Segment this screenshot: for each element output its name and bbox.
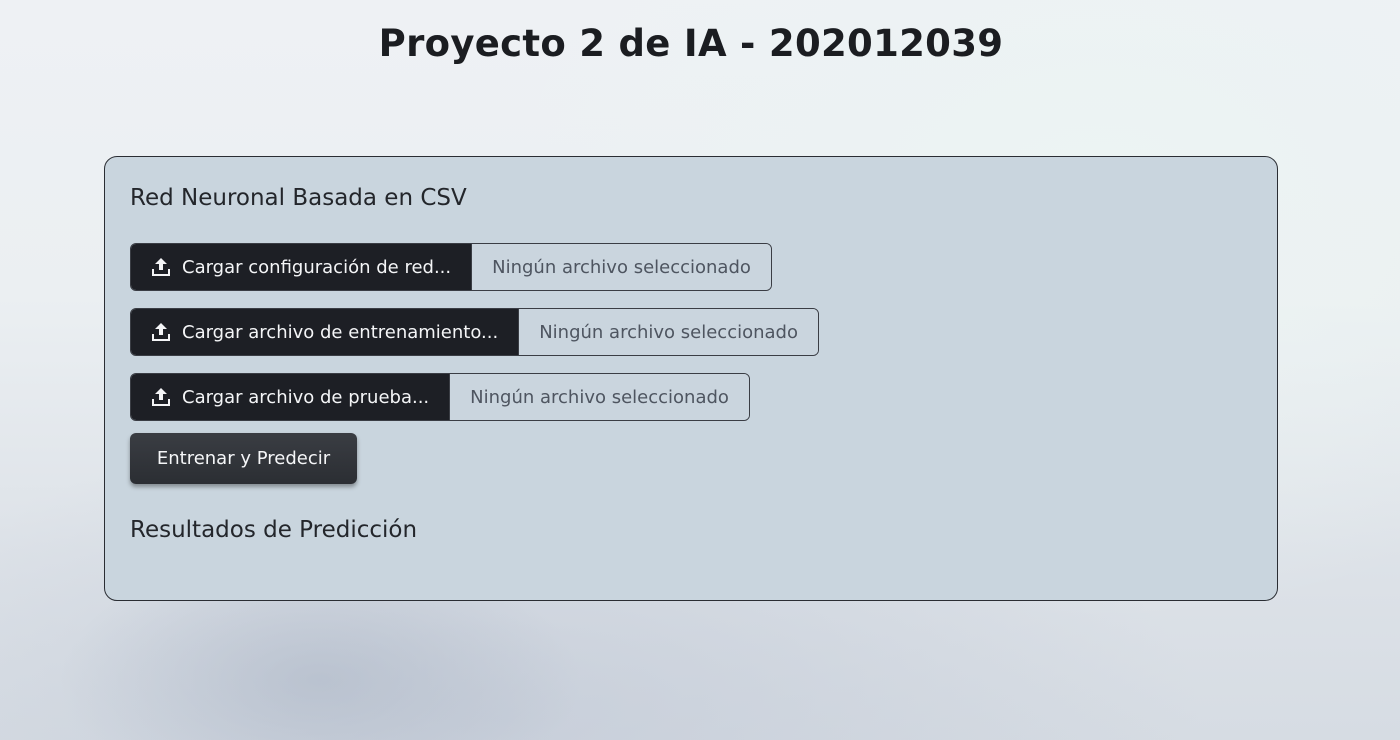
config-file-input[interactable]: Cargar configuración de red... Ningún ar… <box>130 243 772 291</box>
card-title: Red Neuronal Basada en CSV <box>130 185 467 211</box>
page-title: Proyecto 2 de IA - 202012039 <box>378 22 1004 65</box>
test-file-label: Cargar archivo de prueba... <box>182 386 430 408</box>
results-title: Resultados de Predicción <box>130 517 418 543</box>
test-file-status: Ningún archivo seleccionado <box>449 374 749 420</box>
upload-icon <box>152 258 170 276</box>
upload-icon <box>152 323 170 341</box>
config-file-label: Cargar configuración de red... <box>182 256 452 278</box>
training-file-label: Cargar archivo de entrenamiento... <box>182 321 499 343</box>
training-file-button[interactable]: Cargar archivo de entrenamiento... <box>131 309 519 355</box>
neural-network-card: Red Neuronal Basada en CSV Cargar config… <box>104 156 1278 601</box>
train-predict-button[interactable]: Entrenar y Predecir <box>130 433 357 484</box>
training-file-status: Ningún archivo seleccionado <box>518 309 818 355</box>
training-file-input[interactable]: Cargar archivo de entrenamiento... Ningú… <box>130 308 819 356</box>
test-file-button[interactable]: Cargar archivo de prueba... <box>131 374 450 420</box>
config-file-status: Ningún archivo seleccionado <box>471 244 771 290</box>
test-file-input[interactable]: Cargar archivo de prueba... Ningún archi… <box>130 373 750 421</box>
upload-icon <box>152 388 170 406</box>
config-file-button[interactable]: Cargar configuración de red... <box>131 244 472 290</box>
